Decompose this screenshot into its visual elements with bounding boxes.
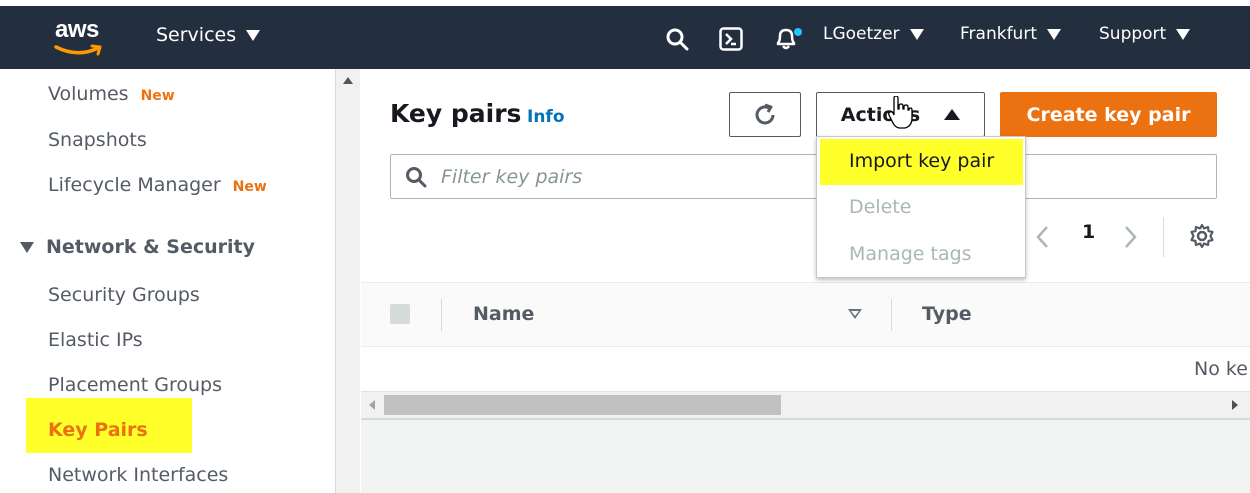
table-header: Name Type [361, 282, 1250, 347]
cloudshell-icon[interactable] [719, 27, 743, 51]
filter-box [390, 154, 1217, 199]
top-navigation-bar: aws Services LGoetzer Frankfurt Support [0, 6, 1250, 69]
previous-page-chevron-icon[interactable] [1034, 224, 1050, 250]
page-title: Key pairs [390, 99, 522, 128]
sidebar-item-volumes[interactable]: Volumes New [48, 83, 175, 105]
main-content: Key pairs Info Actions Create key pair 1 [361, 69, 1250, 493]
sort-descending-icon[interactable] [848, 309, 862, 319]
services-caret-icon [246, 29, 261, 41]
column-divider [891, 299, 892, 331]
info-link[interactable]: Info [527, 107, 565, 127]
support-caret-icon [1176, 28, 1191, 40]
sidebar-item-label: Elastic IPs [48, 329, 143, 351]
next-page-chevron-icon[interactable] [1123, 224, 1139, 250]
horizontal-scrollbar[interactable] [361, 391, 1250, 418]
section-collapse-caret-icon [20, 241, 34, 253]
sidebar-item-label: Lifecycle Manager [48, 174, 221, 196]
empty-table-message: No ke [1194, 358, 1248, 380]
caret-up-icon [944, 109, 961, 120]
sidebar-item-lifecycle-manager[interactable]: Lifecycle Manager New [48, 174, 267, 196]
services-label: Services [156, 24, 237, 46]
create-key-pair-button[interactable]: Create key pair [1000, 92, 1217, 137]
sidebar: Volumes New Snapshots Lifecycle Manager Ne… [0, 69, 336, 493]
search-icon [406, 167, 427, 188]
actions-dropdown-menu: Import key pair Delete Manage tags [816, 136, 1026, 278]
sidebar-section-network-security[interactable]: Network & Security [20, 236, 255, 258]
sidebar-item-security-groups[interactable]: Security Groups [48, 284, 200, 306]
scrollbar-thumb[interactable] [384, 395, 781, 415]
region-label: Frankfurt [960, 24, 1037, 44]
user-label: LGoetzer [823, 24, 900, 44]
sidebar-section-title: Network & Security [46, 236, 255, 258]
region-caret-icon [1046, 28, 1061, 40]
key-pairs-panel: Key pairs Info Actions Create key pair 1 [361, 69, 1250, 418]
sidebar-item-label: Key Pairs [48, 419, 148, 441]
refresh-button[interactable] [729, 92, 801, 137]
new-badge: New [232, 179, 267, 195]
sidebar-item-snapshots[interactable]: Snapshots [48, 129, 147, 151]
pagination-divider [1163, 217, 1164, 257]
menu-item-manage-tags: Manage tags [849, 243, 972, 265]
aws-logo[interactable]: aws [52, 16, 108, 60]
sidebar-item-label: Snapshots [48, 129, 147, 151]
notification-dot [794, 28, 802, 36]
sidebar-item-label: Security Groups [48, 284, 200, 306]
scroll-up-arrow-icon[interactable] [343, 77, 353, 84]
search-icon[interactable] [665, 27, 689, 51]
sidebar-item-key-pairs[interactable]: Key Pairs [48, 419, 148, 441]
user-caret-icon [909, 28, 924, 40]
services-menu[interactable]: Services [156, 24, 261, 46]
sidebar-item-label: Placement Groups [48, 374, 222, 396]
select-all-checkbox[interactable] [390, 304, 410, 324]
column-header-type[interactable]: Type [922, 303, 972, 325]
scroll-left-arrow-icon[interactable] [369, 400, 375, 410]
column-divider [441, 299, 442, 331]
sidebar-item-label: Network Interfaces [48, 464, 229, 486]
support-label: Support [1099, 24, 1167, 44]
scroll-right-arrow-icon[interactable] [1232, 400, 1238, 410]
column-header-name[interactable]: Name [473, 303, 534, 325]
sidebar-item-elastic-ips[interactable]: Elastic IPs [48, 329, 143, 351]
user-menu[interactable]: LGoetzer [823, 24, 924, 44]
sidebar-item-network-interfaces[interactable]: Network Interfaces [48, 464, 228, 486]
settings-gear-icon[interactable] [1189, 223, 1215, 249]
region-menu[interactable]: Frankfurt [960, 24, 1061, 44]
menu-item-import-key-pair[interactable]: Import key pair [849, 150, 994, 172]
aws-smile-icon [54, 44, 102, 56]
menu-item-delete: Delete [849, 196, 912, 218]
support-menu[interactable]: Support [1099, 24, 1191, 44]
hand-pointer-cursor-icon [888, 96, 913, 129]
refresh-icon [755, 103, 775, 124]
panel-divider [361, 418, 1250, 420]
current-page-number[interactable]: 1 [1082, 221, 1095, 243]
new-badge: New [140, 88, 175, 104]
aws-logo-text: aws [55, 16, 99, 43]
sidebar-item-placement-groups[interactable]: Placement Groups [48, 374, 222, 396]
sidebar-item-label: Volumes [48, 83, 129, 105]
sidebar-scrollbar[interactable] [336, 69, 360, 493]
